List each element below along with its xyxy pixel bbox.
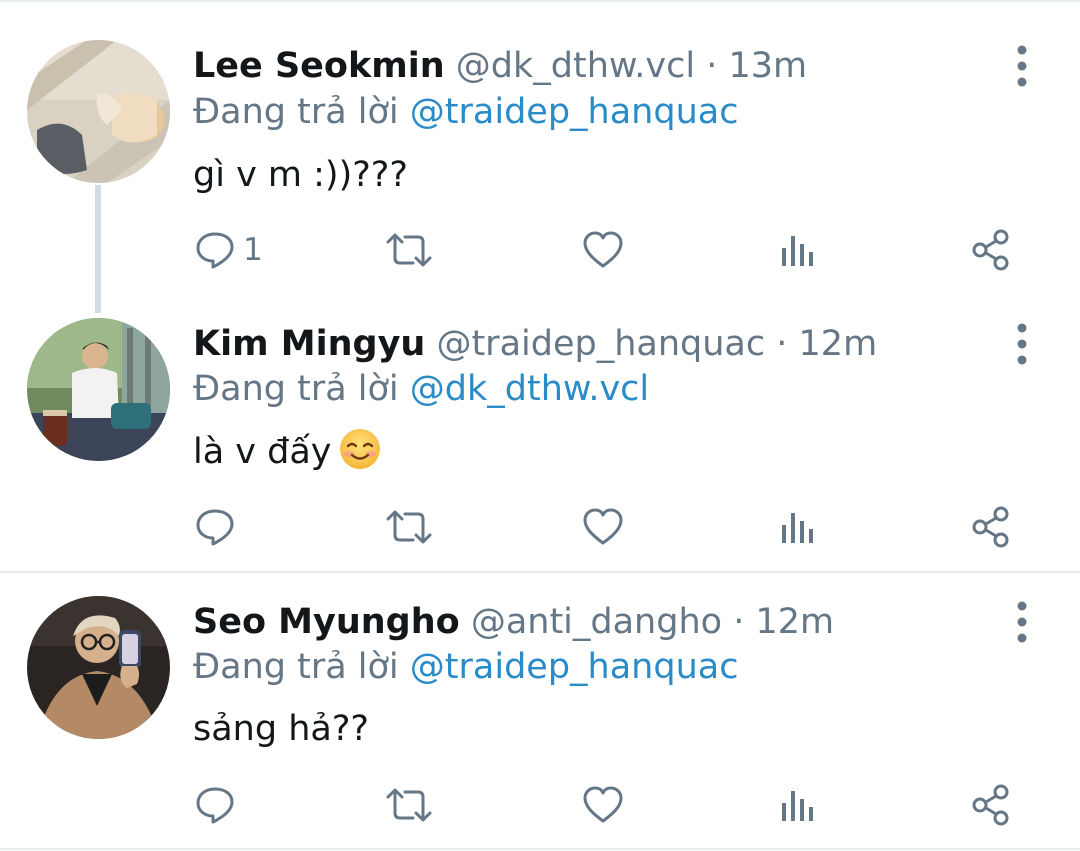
reply-button[interactable]: 1	[195, 220, 263, 280]
share-icon	[972, 229, 1009, 271]
like-button[interactable]	[582, 497, 624, 557]
tweet-actions: 1	[0, 220, 1080, 280]
like-icon	[583, 508, 623, 545]
separator-dot: ·	[706, 46, 718, 86]
like-button[interactable]	[582, 775, 624, 835]
tweet-actions	[0, 775, 1080, 835]
analytics-icon	[782, 236, 813, 266]
replying-to-label: Đang trả lời	[193, 369, 399, 409]
share-icon	[972, 506, 1009, 548]
timestamp[interactable]: 12m	[755, 602, 834, 642]
replying-to-label: Đang trả lời	[193, 647, 399, 687]
analytics-button[interactable]	[778, 775, 818, 835]
replying-to-line: Đang trả lời @traidep_hanquac	[193, 642, 738, 692]
reply-button[interactable]	[195, 775, 235, 835]
more-options-icon[interactable]	[1006, 322, 1038, 366]
top-divider	[0, 0, 1080, 2]
more-options-icon[interactable]	[1006, 44, 1038, 88]
separator-dot: ·	[733, 602, 745, 642]
share-button[interactable]	[970, 497, 1012, 557]
replying-to-mention[interactable]: @traidep_hanquac	[410, 647, 739, 687]
retweet-icon	[386, 788, 432, 822]
reply-icon	[196, 787, 234, 824]
timestamp[interactable]: 13m	[729, 46, 808, 86]
analytics-button[interactable]	[778, 220, 818, 280]
timestamp[interactable]: 12m	[799, 324, 878, 364]
username-handle[interactable]: @traidep_hanquac	[436, 324, 765, 364]
tweet-actions	[0, 497, 1080, 557]
avatar-image-kim-mingyu	[27, 318, 170, 461]
share-button[interactable]	[970, 775, 1012, 835]
separator-dot: ·	[776, 324, 788, 364]
tweet-divider	[0, 848, 1080, 850]
avatar[interactable]	[27, 596, 170, 739]
username-handle[interactable]: @anti_dangho	[471, 602, 722, 642]
tweet-header: Kim Mingyu @traidep_hanquac · 12m	[193, 319, 877, 369]
tweet-divider	[0, 571, 1080, 573]
retweet-button[interactable]	[385, 775, 433, 835]
reply-count: 1	[243, 232, 263, 268]
username-handle[interactable]: @dk_dthw.vcl	[456, 46, 695, 86]
tweet-text: là v đấy	[193, 432, 332, 472]
reply-icon	[196, 509, 234, 546]
replying-to-mention[interactable]: @traidep_hanquac	[410, 92, 739, 132]
like-button[interactable]	[582, 220, 624, 280]
avatar-image-lee-seokmin	[27, 40, 170, 183]
replying-to-label: Đang trả lời	[193, 92, 399, 132]
tweet-header: Lee Seokmin @dk_dthw.vcl · 13m	[193, 41, 807, 91]
display-name[interactable]: Seo Myungho	[193, 602, 460, 642]
reply-icon	[196, 232, 234, 269]
reply-button[interactable]	[195, 497, 235, 557]
tweet-text-line: là v đấy	[193, 427, 382, 477]
like-icon	[583, 231, 623, 268]
share-icon	[972, 784, 1009, 826]
analytics-icon	[782, 791, 813, 821]
analytics-icon	[782, 513, 813, 543]
retweet-icon	[386, 233, 432, 267]
tweet-header: Seo Myungho @anti_dangho · 12m	[193, 597, 834, 647]
replying-to-line: Đang trả lời @dk_dthw.vcl	[193, 364, 649, 414]
display-name[interactable]: Kim Mingyu	[193, 324, 425, 364]
avatar-image-seo-myungho	[27, 596, 170, 739]
display-name[interactable]: Lee Seokmin	[193, 46, 445, 86]
share-button[interactable]	[970, 220, 1012, 280]
replying-to-mention[interactable]: @dk_dthw.vcl	[410, 369, 649, 409]
tweet-text: sảng hả??	[193, 709, 369, 749]
replying-to-line: Đang trả lời @traidep_hanquac	[193, 87, 738, 137]
retweet-icon	[386, 510, 432, 544]
retweet-button[interactable]	[385, 220, 433, 280]
more-options-icon[interactable]	[1006, 600, 1038, 644]
tweet-text: gì v m :))???	[193, 155, 408, 195]
avatar[interactable]	[27, 40, 170, 183]
retweet-button[interactable]	[385, 497, 433, 557]
analytics-button[interactable]	[778, 497, 818, 557]
smiling-face-emoji	[339, 429, 380, 469]
avatar[interactable]	[27, 318, 170, 461]
like-icon	[583, 786, 623, 823]
